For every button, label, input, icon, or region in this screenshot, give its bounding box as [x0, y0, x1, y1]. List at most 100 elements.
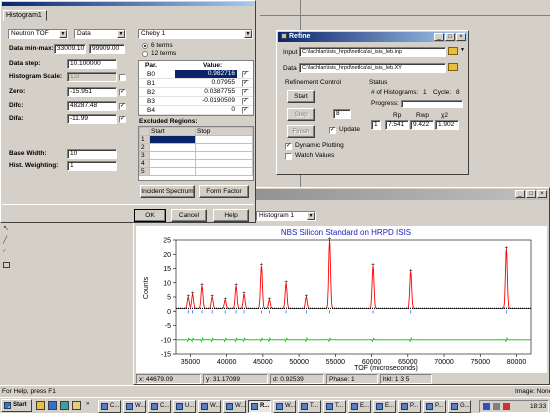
background-function-select[interactable]: Cheby 1 ▼	[138, 29, 253, 39]
hist-weighting-field[interactable]: 1	[67, 161, 117, 171]
step-count-field[interactable]: 8	[333, 109, 351, 119]
rectangle-tool-icon[interactable]	[3, 262, 10, 268]
twelve-terms-label: 12 terms	[151, 50, 177, 57]
line-tool-icon[interactable]: ╱	[3, 236, 7, 244]
param-row[interactable]: B4 0 ✓	[139, 106, 253, 115]
param-value[interactable]: 0.0387755	[175, 88, 237, 96]
incident-spectrum-button[interactable]: Incident Spectrum	[140, 185, 195, 198]
quick-launch-desktop-icon[interactable]	[60, 401, 69, 410]
difc-checkbox[interactable]: ✓	[119, 103, 126, 110]
observed-peak-marker: +	[260, 263, 264, 269]
close-button[interactable]: ×	[456, 33, 466, 41]
base-width-field[interactable]: 10	[67, 149, 117, 159]
taskbar-item[interactable]: U...	[173, 400, 196, 413]
maximize-button[interactable]: □	[445, 33, 455, 41]
data-type-select[interactable]: Data ▼	[74, 29, 126, 39]
quick-launch-ie-icon[interactable]	[48, 401, 57, 410]
toolbar-strip	[260, 2, 550, 16]
histogram-selector[interactable]: Histogram 1 ▼	[256, 211, 316, 221]
param-refine-checkbox[interactable]: ✓	[242, 98, 249, 105]
data-min-field[interactable]: 33009.10	[54, 44, 86, 54]
update-checkbox[interactable]: ✓	[329, 127, 336, 134]
difc-field[interactable]: 48287.48	[67, 101, 117, 111]
input-path-field[interactable]: C:\lachlan\isis_hrpd\netlca\si_isis_leb.…	[299, 47, 446, 57]
taskbar-item[interactable]: W...	[223, 400, 246, 413]
maximize-button[interactable]: □	[526, 190, 536, 198]
taskbar-item[interactable]: E...	[373, 400, 396, 413]
taskbar-item[interactable]: C...	[98, 400, 121, 413]
arc-tool-icon[interactable]: ◜	[3, 248, 6, 256]
tool-palette: ↖ ╱ ◜	[0, 222, 14, 282]
zero-checkbox[interactable]: ✓	[119, 89, 126, 96]
minimize-button[interactable]: _	[434, 33, 444, 41]
quick-launch-more-icon[interactable]: »	[86, 401, 89, 407]
param-refine-checkbox[interactable]: ✓	[242, 107, 249, 114]
zero-field[interactable]: -15.951	[67, 87, 117, 97]
table-row[interactable]: 5	[139, 167, 253, 176]
form-factor-button[interactable]: Form Factor	[199, 185, 249, 198]
network-icon[interactable]	[483, 403, 490, 410]
chevron-down-icon: ▼	[307, 212, 315, 220]
param-row[interactable]: B1 0.07955 ✓	[139, 79, 253, 88]
param-refine-checkbox[interactable]: ✓	[242, 89, 249, 96]
param-row[interactable]: B0 0.982716 ✓	[139, 70, 253, 79]
taskbar-item[interactable]: P...	[398, 400, 421, 413]
histogram-tab[interactable]: Histogram1	[3, 10, 47, 21]
taskbar-item[interactable]: C...	[148, 400, 171, 413]
taskbar-item-label: E...	[360, 403, 370, 409]
table-row[interactable]: 4	[139, 159, 253, 168]
taskbar-item[interactable]: G...	[448, 400, 471, 413]
taskbar-item[interactable]: W...	[273, 400, 296, 413]
taskbar-item[interactable]: P...	[423, 400, 446, 413]
app-icon	[401, 403, 408, 410]
pointer-tool-icon[interactable]: ↖	[3, 224, 9, 232]
table-row[interactable]: 2	[139, 143, 253, 152]
param-refine-checkbox[interactable]: ✓	[242, 71, 249, 78]
param-value[interactable]: 0.982716	[175, 70, 237, 78]
antivirus-icon[interactable]	[503, 403, 510, 410]
start-button[interactable]: Start	[287, 90, 315, 103]
param-value[interactable]: 0.07955	[175, 79, 237, 87]
param-value[interactable]: 0	[175, 106, 237, 114]
table-row[interactable]: 3	[139, 151, 253, 160]
difa-field[interactable]: -11.99	[67, 114, 117, 124]
taskbar-item[interactable]: W...	[123, 400, 146, 413]
chevron-down-icon: ▼	[59, 30, 67, 38]
taskbar-item[interactable]: E...	[348, 400, 371, 413]
data-step-field[interactable]: 10.100000	[67, 59, 117, 69]
taskbar-item[interactable]: T...	[298, 400, 321, 413]
step-button: Step	[287, 108, 315, 121]
param-row[interactable]: B2 0.0387755 ✓	[139, 88, 253, 97]
table-row[interactable]: 1	[139, 135, 253, 144]
watch-values-checkbox[interactable]	[285, 153, 292, 160]
twelve-terms-radio[interactable]	[142, 51, 148, 57]
radiation-type-select[interactable]: Neutron TOF ▼	[8, 29, 68, 39]
data-max-field[interactable]: 99909.00	[89, 44, 125, 54]
ok-button[interactable]: OK	[134, 209, 166, 222]
close-button[interactable]: ×	[537, 190, 547, 198]
open-folder-icon[interactable]	[448, 63, 458, 71]
param-row[interactable]: B3 -0.0190509 ✓	[139, 97, 253, 106]
start-button[interactable]: Start	[1, 399, 32, 412]
taskbar-item[interactable]: R...	[248, 400, 271, 413]
volume-icon[interactable]	[493, 403, 500, 410]
open-folder-icon[interactable]	[448, 47, 458, 55]
rp-label: Rp	[393, 112, 402, 119]
six-terms-radio[interactable]	[142, 43, 148, 49]
histograms-count-value: 1	[423, 89, 427, 96]
help-button[interactable]: Help	[213, 209, 249, 222]
taskbar-item[interactable]: W...	[198, 400, 221, 413]
histogram-scale-checkbox[interactable]	[119, 74, 126, 81]
cancel-button[interactable]: Cancel	[171, 209, 207, 222]
quick-launch-outlook-icon[interactable]	[72, 401, 81, 410]
taskbar-item-label: E...	[385, 403, 395, 409]
difa-checkbox[interactable]: ✓	[119, 116, 126, 123]
quick-launch-explorer-icon[interactable]	[36, 401, 45, 410]
dynamic-plotting-checkbox[interactable]: ✓	[285, 143, 292, 150]
chevron-down-icon[interactable]: ▼	[460, 47, 465, 53]
param-refine-checkbox[interactable]: ✓	[242, 80, 249, 87]
minimize-button[interactable]: _	[515, 190, 525, 198]
param-value[interactable]: -0.0190509	[175, 97, 237, 105]
taskbar-item[interactable]: T...	[323, 400, 346, 413]
data-path-field[interactable]: C:\lachlan\isis_hrpd\netlca\si_isis_leb.…	[299, 63, 446, 73]
